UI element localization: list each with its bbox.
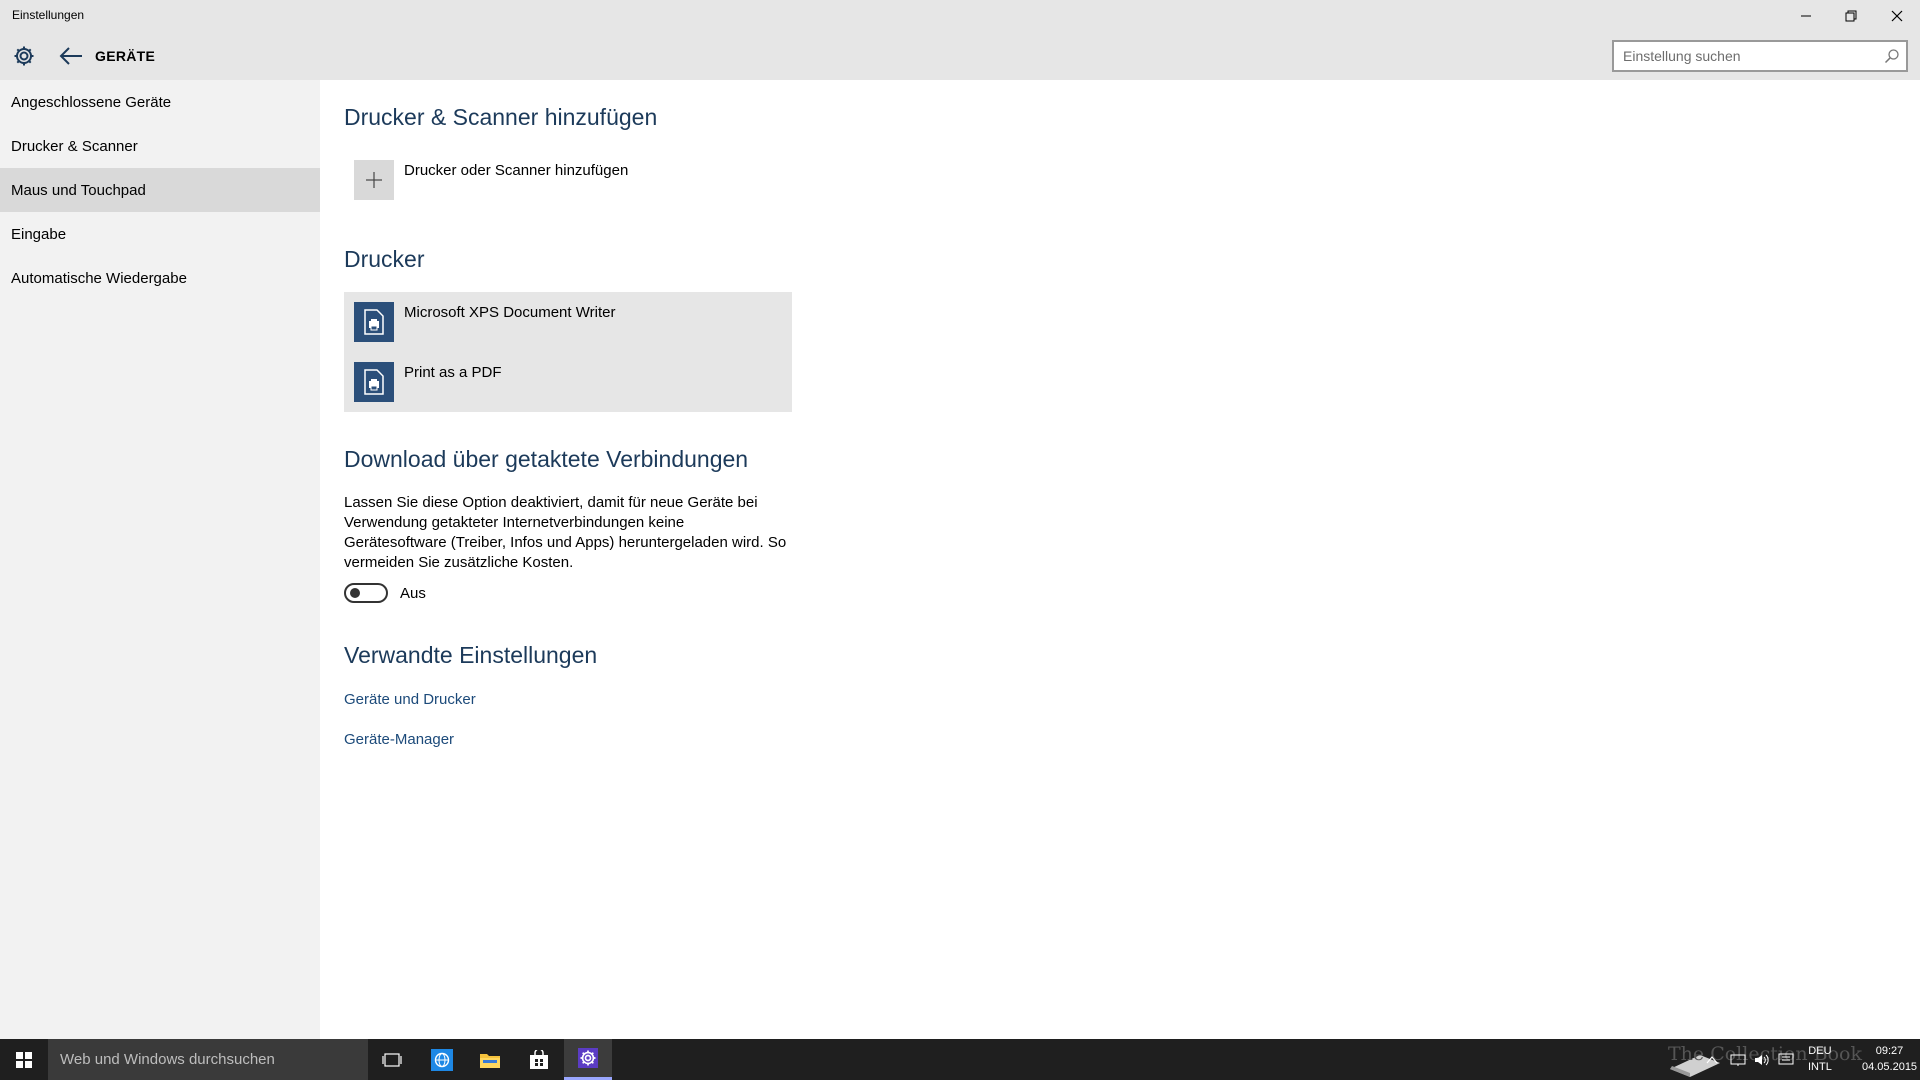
printer-icon bbox=[364, 309, 384, 335]
printer-name: Print as a PDF bbox=[404, 364, 502, 381]
taskbar-search[interactable]: Web und Windows durchsuchen bbox=[48, 1039, 368, 1080]
add-tile bbox=[354, 160, 394, 200]
download-toggle-row: Aus bbox=[344, 583, 426, 603]
printer-list: Microsoft XPS Document Writer Print as a… bbox=[344, 292, 792, 412]
sidebar-item-maus-touchpad[interactable]: Maus und Touchpad bbox=[0, 168, 320, 212]
system-clock[interactable]: 09:27 04.05.2015 bbox=[1862, 1043, 1917, 1075]
printers-heading: Drucker bbox=[344, 246, 425, 272]
description-line: vermeiden Sie zusätzliche Kosten. bbox=[344, 554, 574, 571]
sidebar-item-drucker-scanner[interactable]: Drucker & Scanner bbox=[0, 124, 320, 168]
description-line: Verwendung getakteter Internetverbindung… bbox=[344, 514, 685, 531]
settings-gear-icon bbox=[578, 1048, 598, 1068]
settings-search-box[interactable] bbox=[1612, 40, 1908, 72]
restore-button[interactable] bbox=[1828, 0, 1873, 31]
printer-item[interactable]: Microsoft XPS Document Writer bbox=[354, 302, 784, 350]
notifications-icon[interactable] bbox=[1778, 1053, 1794, 1067]
link-geraete-und-drucker[interactable]: Geräte und Drucker bbox=[344, 691, 476, 708]
clock-date: 04.05.2015 bbox=[1862, 1061, 1918, 1073]
network-icon[interactable] bbox=[1730, 1053, 1746, 1067]
store-button[interactable] bbox=[515, 1039, 563, 1080]
description-line: Lassen Sie diese Option deaktiviert, dam… bbox=[344, 494, 758, 511]
sidebar-item-automatische-wiedergabe[interactable]: Automatische Wiedergabe bbox=[0, 256, 320, 300]
title-bar: Einstellungen bbox=[0, 0, 1920, 31]
page-title: GERÄTE bbox=[95, 48, 156, 64]
store-bag-icon bbox=[530, 1049, 548, 1069]
sidebar-item-eingabe[interactable]: Eingabe bbox=[0, 212, 320, 256]
toggle-knob bbox=[350, 588, 360, 598]
language-code: DEU bbox=[1808, 1045, 1832, 1057]
toggle-state-label: Aus bbox=[400, 584, 426, 602]
download-toggle[interactable] bbox=[344, 583, 388, 603]
download-description: Lassen Sie diese Option deaktiviert, dam… bbox=[344, 493, 804, 573]
printer-tile bbox=[354, 302, 394, 342]
add-printer-button[interactable]: Drucker oder Scanner hinzufügen bbox=[354, 160, 628, 200]
input-language[interactable]: DEU INTL bbox=[1808, 1043, 1832, 1075]
window-title: Einstellungen bbox=[12, 8, 85, 22]
add-printer-label: Drucker oder Scanner hinzufügen bbox=[404, 162, 629, 179]
browser-button[interactable] bbox=[418, 1039, 466, 1080]
task-view-icon bbox=[382, 1052, 402, 1067]
back-arrow-icon[interactable] bbox=[58, 44, 84, 68]
settings-search-input[interactable] bbox=[1614, 42, 1874, 70]
windows-logo-icon bbox=[16, 1051, 32, 1068]
start-button[interactable] bbox=[0, 1039, 48, 1080]
plus-icon bbox=[366, 172, 382, 188]
printer-item[interactable]: Print as a PDF bbox=[354, 362, 784, 410]
sidebar-item-angeschlossene-geraete[interactable]: Angeschlossene Geräte bbox=[0, 80, 320, 124]
browser-icon bbox=[431, 1048, 453, 1071]
printer-icon bbox=[364, 369, 384, 395]
taskbar: Web und Windows durchsuchen The Collecti… bbox=[0, 1039, 1920, 1080]
link-geraete-manager[interactable]: Geräte-Manager bbox=[344, 731, 454, 748]
close-icon bbox=[1891, 10, 1902, 21]
settings-app-button[interactable] bbox=[564, 1039, 612, 1080]
system-tray bbox=[1706, 1039, 1794, 1080]
printer-name: Microsoft XPS Document Writer bbox=[404, 304, 616, 321]
volume-icon[interactable] bbox=[1754, 1053, 1770, 1067]
gear-icon[interactable] bbox=[12, 44, 36, 68]
sidebar: Angeschlossene Geräte Drucker & Scanner … bbox=[0, 80, 320, 1039]
file-explorer-button[interactable] bbox=[466, 1039, 514, 1080]
add-section-heading: Drucker & Scanner hinzufügen bbox=[344, 104, 658, 130]
restore-icon bbox=[1845, 10, 1856, 21]
search-icon[interactable] bbox=[1884, 48, 1900, 64]
folder-icon bbox=[480, 1053, 500, 1068]
minimize-icon bbox=[1800, 15, 1811, 16]
download-heading: Download über getaktete Verbindungen bbox=[344, 446, 749, 472]
description-line: Gerätesoftware (Treiber, Infos und Apps)… bbox=[344, 534, 787, 551]
close-button[interactable] bbox=[1874, 0, 1919, 31]
keyboard-layout: INTL bbox=[1808, 1061, 1832, 1073]
related-settings-heading: Verwandte Einstellungen bbox=[344, 642, 598, 668]
task-view-button[interactable] bbox=[368, 1039, 416, 1080]
app-header: GERÄTE bbox=[0, 31, 1920, 80]
printer-tile bbox=[354, 362, 394, 402]
minimize-button[interactable] bbox=[1783, 0, 1828, 31]
chevron-up-icon[interactable] bbox=[1706, 1055, 1718, 1065]
clock-time: 09:27 bbox=[1875, 1045, 1904, 1057]
